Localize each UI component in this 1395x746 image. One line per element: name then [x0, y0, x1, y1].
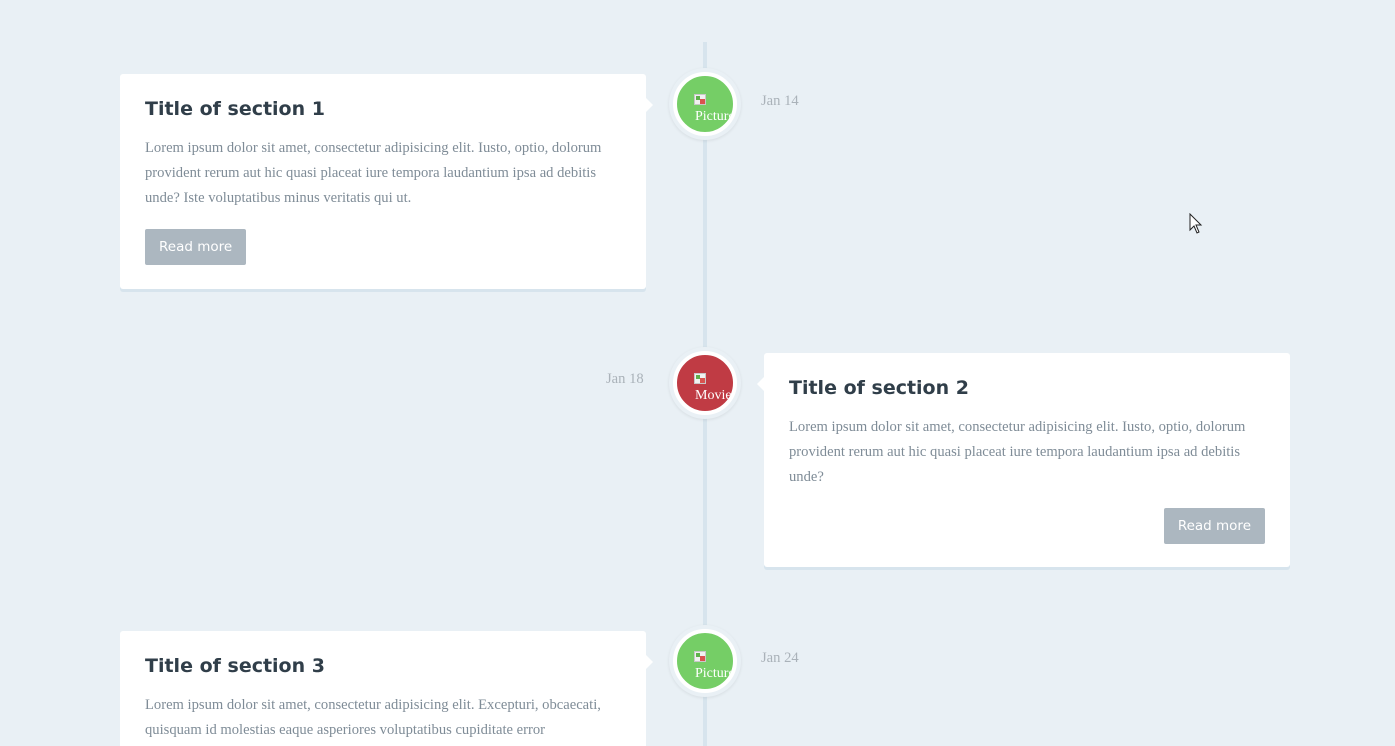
movie-icon: Movie — [673, 351, 737, 415]
card-body: Lorem ipsum dolor sit amet, consectetur … — [145, 697, 601, 738]
read-more-button[interactable]: Read more — [145, 229, 247, 265]
picture-icon: Picture — [673, 629, 737, 693]
mouse-cursor-icon — [1189, 213, 1203, 234]
picture-icon: Picture — [673, 72, 737, 136]
button-row: Read more — [789, 490, 1265, 544]
timeline-card-3: Title of section 3 Lorem ipsum dolor sit… — [120, 631, 653, 746]
card-title: Title of section 3 — [145, 655, 325, 677]
broken-image-icon — [694, 373, 706, 384]
icon-alt-text: Picture — [695, 667, 735, 681]
timeline-date: Jan 14 — [761, 93, 799, 109]
card-title: Title of section 2 — [789, 377, 969, 399]
card-body: Lorem ipsum dolor sit amet, consectetur … — [145, 140, 602, 206]
broken-image-icon — [694, 94, 706, 105]
card-title: Title of section 1 — [145, 98, 325, 120]
read-more-button[interactable]: Read more — [1163, 508, 1265, 544]
card-body: Lorem ipsum dolor sit amet, consectetur … — [789, 419, 1246, 485]
icon-alt-text: Picture — [695, 110, 735, 124]
timeline-card-2: Title of section 2 Lorem ipsum dolor sit… — [757, 353, 1290, 567]
timeline-date: Jan 24 — [761, 650, 799, 666]
timeline-date: Jan 18 — [606, 371, 644, 387]
icon-alt-text: Movie — [695, 389, 732, 403]
broken-image-icon — [694, 651, 706, 662]
timeline: Title of section 1 Lorem ipsum dolor sit… — [0, 0, 1395, 746]
timeline-card-1: Title of section 1 Lorem ipsum dolor sit… — [120, 74, 653, 289]
